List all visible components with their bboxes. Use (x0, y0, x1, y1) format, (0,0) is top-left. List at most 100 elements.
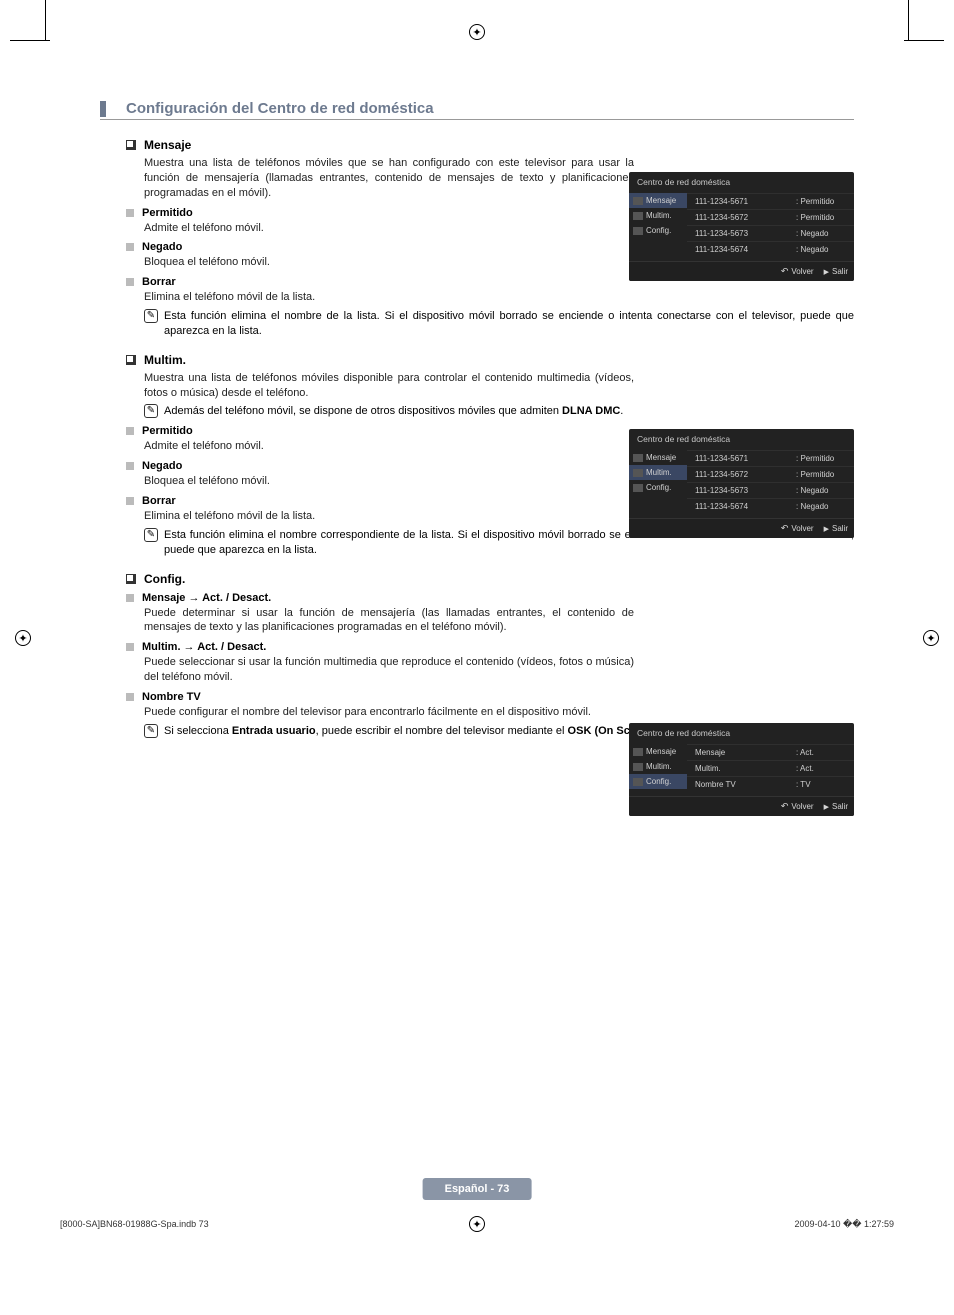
text: Admite el teléfono móvil. (144, 439, 634, 454)
subheading: Negado (142, 460, 182, 472)
list-row[interactable]: Multim.: Act. (687, 760, 854, 776)
return-icon (781, 801, 789, 812)
label: Volver (791, 267, 813, 276)
return-icon (781, 266, 789, 277)
label: Multim. (646, 211, 672, 220)
panel-title: Centro de red doméstica (629, 172, 854, 191)
return-button[interactable]: Volver (781, 801, 814, 812)
list-row[interactable]: 111-1234-5674: Negado (687, 241, 854, 257)
header-accent (100, 101, 106, 117)
text: Puede configurar el nombre del televisor… (144, 705, 634, 720)
panel-footer: Volver Salir (629, 261, 854, 281)
text: Bloquea el teléfono móvil. (144, 474, 634, 489)
subheading: Multim. → Act. / Desact. (142, 641, 266, 653)
subheading: Mensaje → Act. / Desact. (142, 592, 271, 604)
cell: 111-1234-5671 (695, 454, 796, 463)
page-title: Configuración del Centro de red doméstic… (126, 100, 434, 117)
section-header: Configuración del Centro de red doméstic… (100, 100, 854, 120)
cell: : TV (796, 780, 850, 789)
list-row[interactable]: Mensaje: Act. (687, 744, 854, 760)
panel-side-item[interactable]: Config. (629, 480, 687, 495)
list-row[interactable]: 111-1234-5671: Permitido (687, 193, 854, 209)
subheading: Borrar (142, 276, 176, 288)
text: Muestra una lista de teléfonos móviles d… (144, 371, 634, 401)
text: Muestra una lista de teléfonos móviles q… (144, 156, 634, 201)
cell: 111-1234-5674 (695, 502, 796, 511)
bullet-icon (126, 427, 134, 435)
panel-side-item[interactable]: Mensaje (629, 450, 687, 465)
tv-panel-multim: Centro de red doméstica Mensaje Multim. … (629, 429, 854, 538)
subheading: Negado (142, 241, 182, 253)
label: Volver (791, 524, 813, 533)
panel-side-item[interactable]: Multim. (629, 465, 687, 480)
text: Puede determinar si usar la función de m… (144, 606, 634, 636)
cell: : Negado (796, 502, 850, 511)
bullet-icon (126, 643, 134, 651)
exit-button[interactable]: Salir (824, 801, 848, 812)
cell: : Permitido (796, 470, 850, 479)
label: Salir (832, 267, 848, 276)
panel-side: Mensaje Multim. Config. (629, 191, 687, 261)
cell: Nombre TV (695, 780, 796, 789)
panel-side-item[interactable]: Mensaje (629, 193, 687, 208)
registration-mark-icon: ✦ (15, 630, 31, 646)
list-row[interactable]: Nombre TV: TV (687, 776, 854, 792)
footer-right: 2009-04-10 �� 1:27:59 (794, 1219, 894, 1230)
note-icon: ✎ (144, 528, 158, 542)
note-text: Esta función elimina el nombre de la lis… (164, 309, 854, 339)
list-row[interactable]: 111-1234-5674: Negado (687, 498, 854, 514)
bullet-icon (126, 462, 134, 470)
subheading: Permitido (142, 425, 193, 437)
list-row[interactable]: 111-1234-5672: Permitido (687, 466, 854, 482)
label: Multim. (646, 468, 672, 477)
exit-icon (824, 267, 829, 276)
media-icon (633, 763, 643, 771)
panel-side-item[interactable]: Multim. (629, 208, 687, 223)
list-row[interactable]: 111-1234-5672: Permitido (687, 209, 854, 225)
label: Volver (791, 802, 813, 811)
cell: : Act. (796, 748, 850, 757)
label: Config. (646, 226, 671, 235)
list-row[interactable]: 111-1234-5673: Negado (687, 482, 854, 498)
bullet-icon (126, 278, 134, 286)
cell: 111-1234-5673 (695, 229, 796, 238)
note-text: Además del teléfono móvil, se dispone de… (164, 404, 634, 419)
text: Además del teléfono móvil, se dispone de… (164, 405, 562, 417)
exit-button[interactable]: Salir (824, 523, 848, 534)
cell: : Permitido (796, 213, 850, 222)
panel-side-item[interactable]: Config. (629, 774, 687, 789)
tv-panel-config: Centro de red doméstica Mensaje Multim. … (629, 723, 854, 816)
panel-side-item[interactable]: Multim. (629, 759, 687, 774)
registration-mark-icon: ✦ (469, 24, 485, 40)
bullet-icon (126, 594, 134, 602)
cell: : Permitido (796, 454, 850, 463)
label: Config. (646, 777, 671, 786)
cell: : Act. (796, 764, 850, 773)
square-bullet-icon (126, 140, 136, 150)
exit-button[interactable]: Salir (824, 266, 848, 277)
exit-icon (824, 802, 829, 811)
text-bold: Entrada usuario (232, 725, 316, 737)
envelope-icon (633, 748, 643, 756)
panel-title: Centro de red doméstica (629, 723, 854, 742)
panel-footer: Volver Salir (629, 796, 854, 816)
gear-icon (633, 227, 643, 235)
crop-mark (904, 40, 944, 41)
print-footer: [8000-SA]BN68-01988G-Spa.indb 73 2009-04… (60, 1219, 894, 1230)
label: Config. (646, 483, 671, 492)
label: Multim. (646, 762, 672, 771)
text: Bloquea el teléfono móvil. (144, 255, 634, 270)
list-row[interactable]: 111-1234-5673: Negado (687, 225, 854, 241)
return-button[interactable]: Volver (781, 523, 814, 534)
text: Admite el teléfono móvil. (144, 221, 634, 236)
panel-side-item[interactable]: Config. (629, 223, 687, 238)
bullet-icon (126, 497, 134, 505)
cell: 111-1234-5674 (695, 245, 796, 254)
square-bullet-icon (126, 574, 136, 584)
panel-side-item[interactable]: Mensaje (629, 744, 687, 759)
list-row[interactable]: 111-1234-5671: Permitido (687, 450, 854, 466)
heading-mensaje: Mensaje (144, 138, 191, 152)
envelope-icon (633, 454, 643, 462)
return-button[interactable]: Volver (781, 266, 814, 277)
media-icon (633, 212, 643, 220)
